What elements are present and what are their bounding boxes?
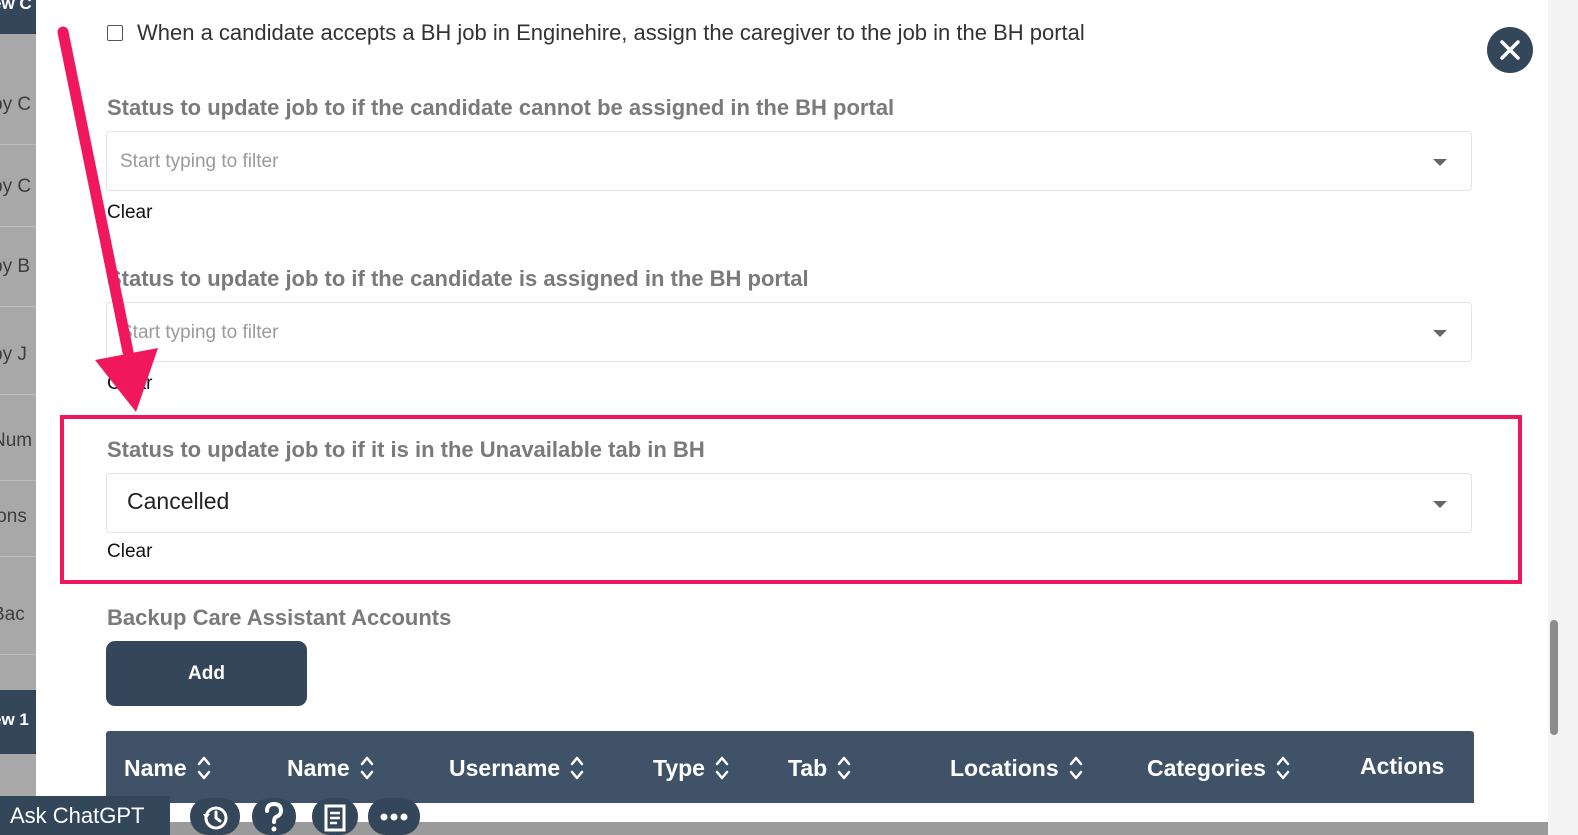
sort-icon[interactable] — [197, 753, 211, 783]
notes-icon[interactable] — [312, 798, 358, 835]
chevron-down-icon[interactable] — [1433, 159, 1447, 166]
sort-icon[interactable] — [1276, 753, 1290, 783]
background-row: Bac — [0, 574, 36, 655]
background-header: ew C — [0, 0, 36, 34]
close-modal-button[interactable] — [1487, 27, 1533, 73]
background-button: ew 1 — [0, 690, 36, 754]
select-placeholder: Start typing to filter — [120, 322, 279, 343]
select-placeholder: Start typing to filter — [120, 151, 279, 172]
add-account-button[interactable]: Add — [106, 641, 307, 706]
column-header-locations[interactable]: Locations — [950, 753, 1083, 783]
column-header-name[interactable]: Name — [124, 753, 211, 783]
background-page: ew C by C by C by B by J Num ions Bac ew… — [0, 0, 36, 835]
background-row: by C — [0, 64, 36, 145]
annotation-highlight-box — [60, 415, 1522, 584]
sort-icon[interactable] — [715, 753, 729, 783]
field-label-not-assigned: Status to update job to if the candidate… — [107, 95, 895, 120]
column-header-tab[interactable]: Tab — [788, 753, 851, 783]
sort-icon[interactable] — [837, 753, 851, 783]
background-row: by C — [0, 146, 36, 227]
chevron-down-icon[interactable] — [1433, 330, 1447, 337]
column-header-type[interactable]: Type — [653, 753, 729, 783]
modal-scrollbar-thumb[interactable] — [1550, 620, 1558, 735]
assign-caregiver-label: When a candidate accepts a BH job in Eng… — [137, 20, 1085, 45]
column-header-categories[interactable]: Categories — [1147, 753, 1290, 783]
more-icon[interactable] — [368, 798, 420, 835]
status-select-assigned[interactable]: Start typing to filter — [106, 302, 1472, 362]
help-icon[interactable] — [252, 798, 296, 835]
close-icon — [1500, 40, 1520, 60]
accounts-title: Backup Care Assistant Accounts — [107, 605, 452, 630]
sort-icon[interactable] — [360, 753, 374, 783]
history-icon[interactable] — [190, 798, 240, 835]
sort-icon[interactable] — [570, 753, 584, 783]
assign-caregiver-checkbox[interactable] — [107, 25, 123, 41]
background-row: by B — [0, 226, 36, 307]
settings-modal: When a candidate accepts a BH job in Eng… — [36, 0, 1548, 822]
column-header-name-2[interactable]: Name — [287, 753, 374, 783]
background-row: by J — [0, 314, 36, 395]
assign-caregiver-checkbox-row[interactable]: When a candidate accepts a BH job in Eng… — [107, 20, 1085, 46]
accounts-table-header: Name Name Username Type Tab Locations Ca… — [106, 731, 1474, 803]
clear-link-not-assigned[interactable]: Clear — [107, 202, 152, 224]
sort-icon[interactable] — [1069, 753, 1083, 783]
ask-chatgpt-button[interactable]: Ask ChatGPT — [0, 796, 170, 835]
column-header-username[interactable]: Username — [449, 753, 584, 783]
field-label-assigned: Status to update job to if the candidate… — [107, 266, 809, 291]
status-select-not-assigned[interactable]: Start typing to filter — [106, 131, 1472, 191]
background-row: Num — [0, 400, 36, 481]
clear-link-assigned[interactable]: Clear — [107, 373, 152, 395]
background-row: ions — [0, 476, 36, 557]
column-header-actions: Actions — [1360, 753, 1445, 779]
